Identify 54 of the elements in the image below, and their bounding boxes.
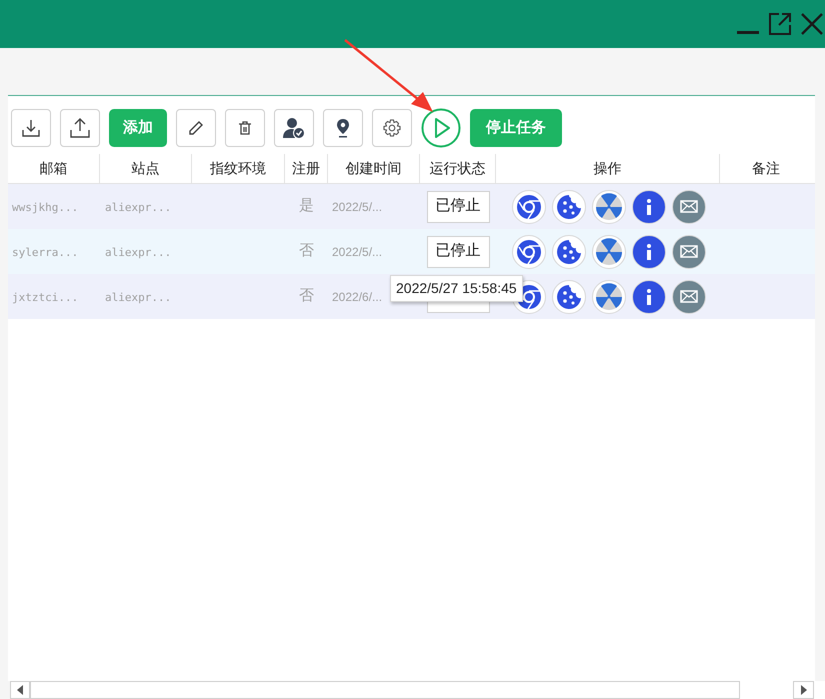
chrome-icon[interactable]	[512, 190, 546, 224]
table-cell: aliexpr...	[105, 200, 172, 214]
info-icon[interactable]	[632, 234, 666, 268]
table-cell: sylerra...	[12, 246, 78, 258]
scroll-right-button[interactable]	[793, 681, 814, 699]
fan-icon[interactable]	[592, 234, 626, 268]
column-header: 创建时间	[328, 154, 420, 183]
table-row[interactable]: wwsjkhg... aliexpr... 是 2022/5/... 已停止	[8, 184, 815, 229]
table-cell: wwsjkhg...	[12, 200, 78, 214]
location-pin-icon[interactable]	[323, 109, 363, 147]
close-icon[interactable]	[801, 13, 823, 35]
table-cell: aliexpr...	[105, 290, 172, 304]
table-cell: 2022/5/...	[332, 244, 382, 258]
column-header: 站点	[100, 154, 192, 183]
scrollbar-thumb[interactable]	[30, 681, 740, 699]
column-header: 操作	[496, 154, 720, 183]
user-check-icon[interactable]	[274, 109, 314, 147]
cookie-icon[interactable]	[552, 190, 586, 224]
mail-icon[interactable]	[672, 280, 706, 314]
mail-icon[interactable]	[672, 234, 706, 268]
trash-icon[interactable]	[225, 109, 265, 147]
info-icon[interactable]	[632, 280, 666, 314]
cookie-icon[interactable]	[552, 280, 586, 314]
column-header: 指纹环境	[192, 154, 285, 183]
column-header: 备注	[751, 159, 781, 178]
settings-icon[interactable]	[372, 109, 412, 147]
download-icon[interactable]	[11, 109, 51, 147]
status-button[interactable]: 已停止	[426, 236, 490, 268]
chrome-icon[interactable]	[512, 234, 546, 268]
table-cell-text: 否	[299, 286, 314, 306]
column-header: 运行状态	[420, 154, 496, 183]
table-cell: jxtztci...	[12, 290, 78, 304]
fan-icon[interactable]	[592, 280, 626, 314]
table-cell-text: 是	[299, 196, 314, 216]
scroll-left-button[interactable]	[10, 681, 30, 699]
table-cell: 2022/5/...	[332, 200, 382, 214]
left-triangle-icon	[17, 685, 23, 695]
upload-icon[interactable]	[60, 109, 100, 147]
right-triangle-icon	[800, 685, 806, 695]
table-row[interactable]: sylerra... aliexpr... 否 2022/5/... 已停止	[8, 229, 815, 274]
table-cell-text: 否	[299, 241, 314, 262]
table-cell: aliexpr...	[105, 246, 172, 258]
info-icon[interactable]	[632, 190, 666, 224]
fan-icon[interactable]	[592, 190, 626, 224]
column-header: 注册	[285, 154, 328, 183]
column-header: 邮箱	[8, 154, 100, 183]
status-button[interactable]: 已停止	[426, 190, 490, 222]
cookie-icon[interactable]	[552, 234, 586, 268]
table-cell: 2022/6/...	[332, 290, 382, 304]
popout-icon[interactable]	[769, 13, 791, 35]
mail-icon[interactable]	[672, 190, 706, 224]
play-icon[interactable]	[421, 108, 461, 148]
pencil-icon[interactable]	[176, 109, 216, 147]
tooltip: 2022/5/27 15:58:45	[390, 275, 523, 302]
